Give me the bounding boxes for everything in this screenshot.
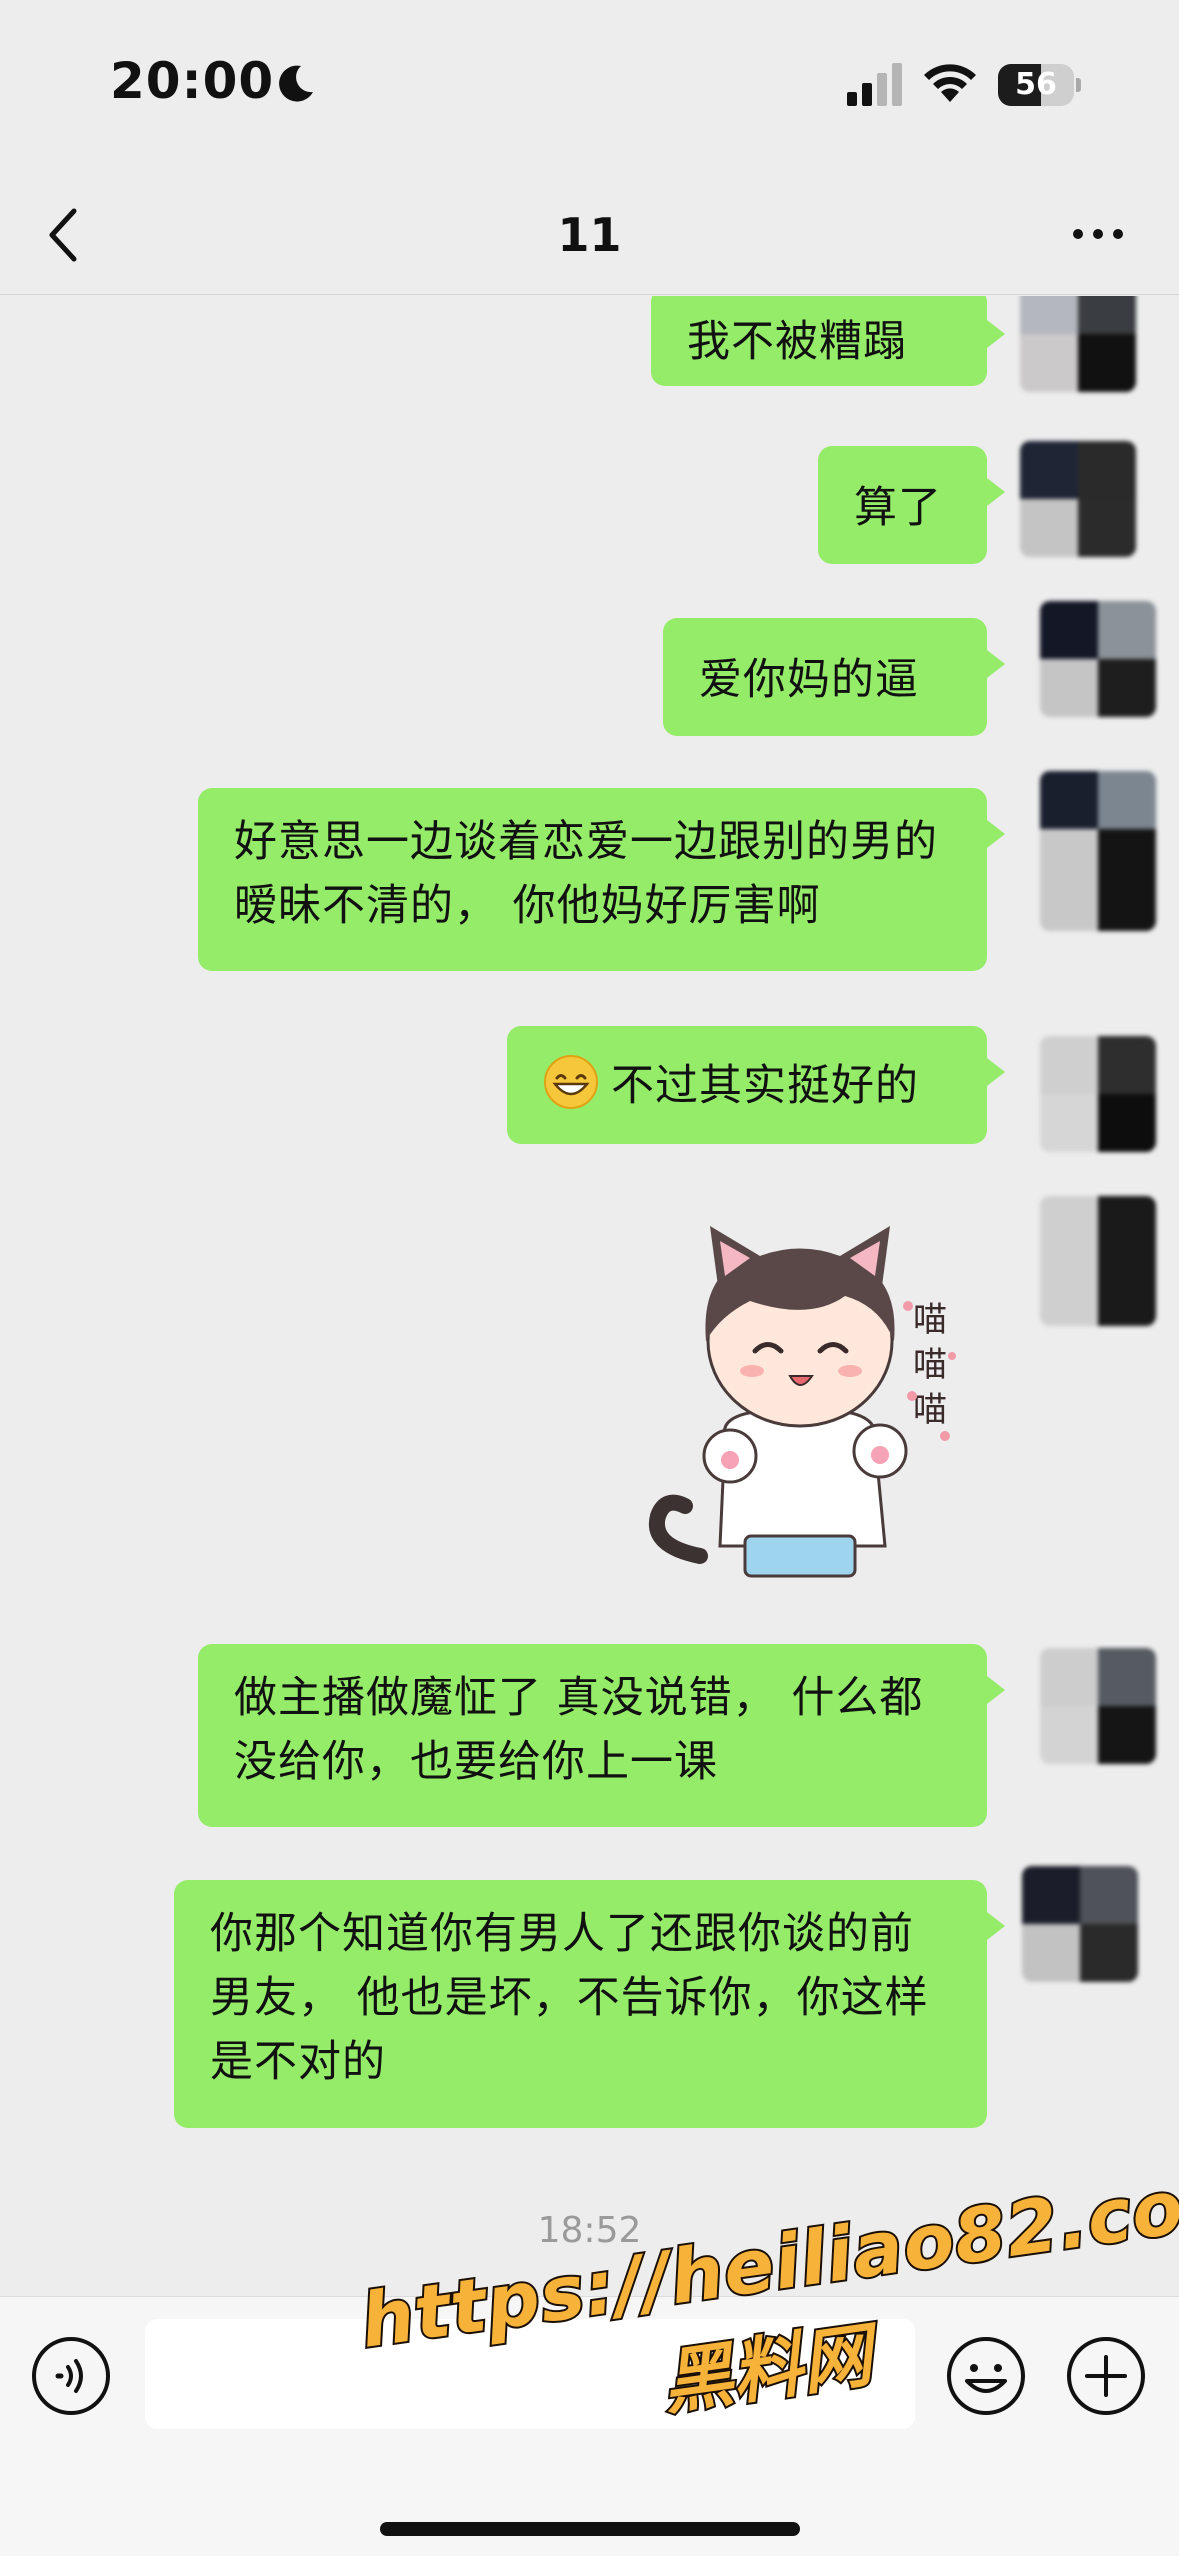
- message-bubble[interactable]: 不过其实挺好的: [507, 1026, 1005, 1144]
- message-text: 不过其实挺好的: [611, 1061, 919, 1111]
- moon-icon: [279, 65, 313, 102]
- voice-input-icon[interactable]: [30, 2335, 112, 2417]
- battery-tip: [1076, 78, 1081, 92]
- message-list[interactable]: 我不被糟蹋 算了 爱你妈的逼 好意思一边谈着恋爱一边跟别的男的暧昧不清的， 你他…: [0, 296, 1179, 2286]
- message-bubble[interactable]: 你那个知道你有男人了还跟你谈的前男友， 他也是坏，不告诉你，你这样是不对的: [174, 1880, 1005, 2128]
- avatar[interactable]: [1020, 296, 1136, 392]
- message-text: 你那个知道你有男人了还跟你谈的前男友， 他也是坏，不告诉你，你这样是不对的: [210, 1909, 929, 2087]
- sticker-text-3: 喵: [913, 1390, 947, 1430]
- battery-level: 56: [1015, 67, 1057, 102]
- nav-bar: 11: [0, 175, 1179, 295]
- avatar[interactable]: [1040, 1196, 1156, 1326]
- cellular-signal-icon: [847, 63, 902, 106]
- home-indicator[interactable]: [380, 2522, 800, 2536]
- message-text: 算了: [854, 483, 942, 533]
- message-text: 爱你妈的逼: [699, 655, 919, 705]
- status-time: 20:00: [110, 52, 275, 110]
- wifi-icon: [924, 64, 976, 102]
- more-icon[interactable]: [1068, 219, 1128, 249]
- message-bubble[interactable]: 好意思一边谈着恋爱一边跟别的男的暧昧不清的， 你他妈好厉害啊: [198, 788, 1005, 971]
- avatar[interactable]: [1040, 601, 1156, 717]
- battery-body: 56: [998, 64, 1074, 106]
- status-bar: 20:00 56: [0, 0, 1179, 175]
- message-bubble[interactable]: 做主播做魔怔了 真没说错， 什么都没给你，也要给你上一课: [198, 1644, 1005, 1827]
- cat-boy-sticker[interactable]: 喵 喵 喵: [640, 1226, 970, 1586]
- message-bubble[interactable]: 算了: [818, 446, 1005, 564]
- chat-title: 11: [557, 208, 622, 262]
- message-text: 做主播做魔怔了 真没说错， 什么都没给你，也要给你上一课: [234, 1673, 924, 1787]
- avatar[interactable]: [1040, 1036, 1156, 1152]
- message-text: 我不被糟蹋: [687, 317, 907, 367]
- avatar[interactable]: [1040, 771, 1156, 931]
- grinning-face-emoji-icon: [544, 1055, 598, 1109]
- message-bubble[interactable]: 爱你妈的逼: [663, 618, 1005, 736]
- avatar[interactable]: [1020, 441, 1136, 557]
- message-text: 好意思一边谈着恋爱一边跟别的男的暧昧不清的， 你他妈好厉害啊: [234, 817, 938, 931]
- battery-icon: 56: [998, 64, 1081, 106]
- sticker-text-2: 喵: [913, 1345, 947, 1385]
- avatar[interactable]: [1022, 1866, 1138, 1982]
- message-bubble[interactable]: 我不被糟蹋: [651, 296, 1005, 386]
- sticker-text-1: 喵: [913, 1300, 947, 1340]
- avatar[interactable]: [1040, 1648, 1156, 1764]
